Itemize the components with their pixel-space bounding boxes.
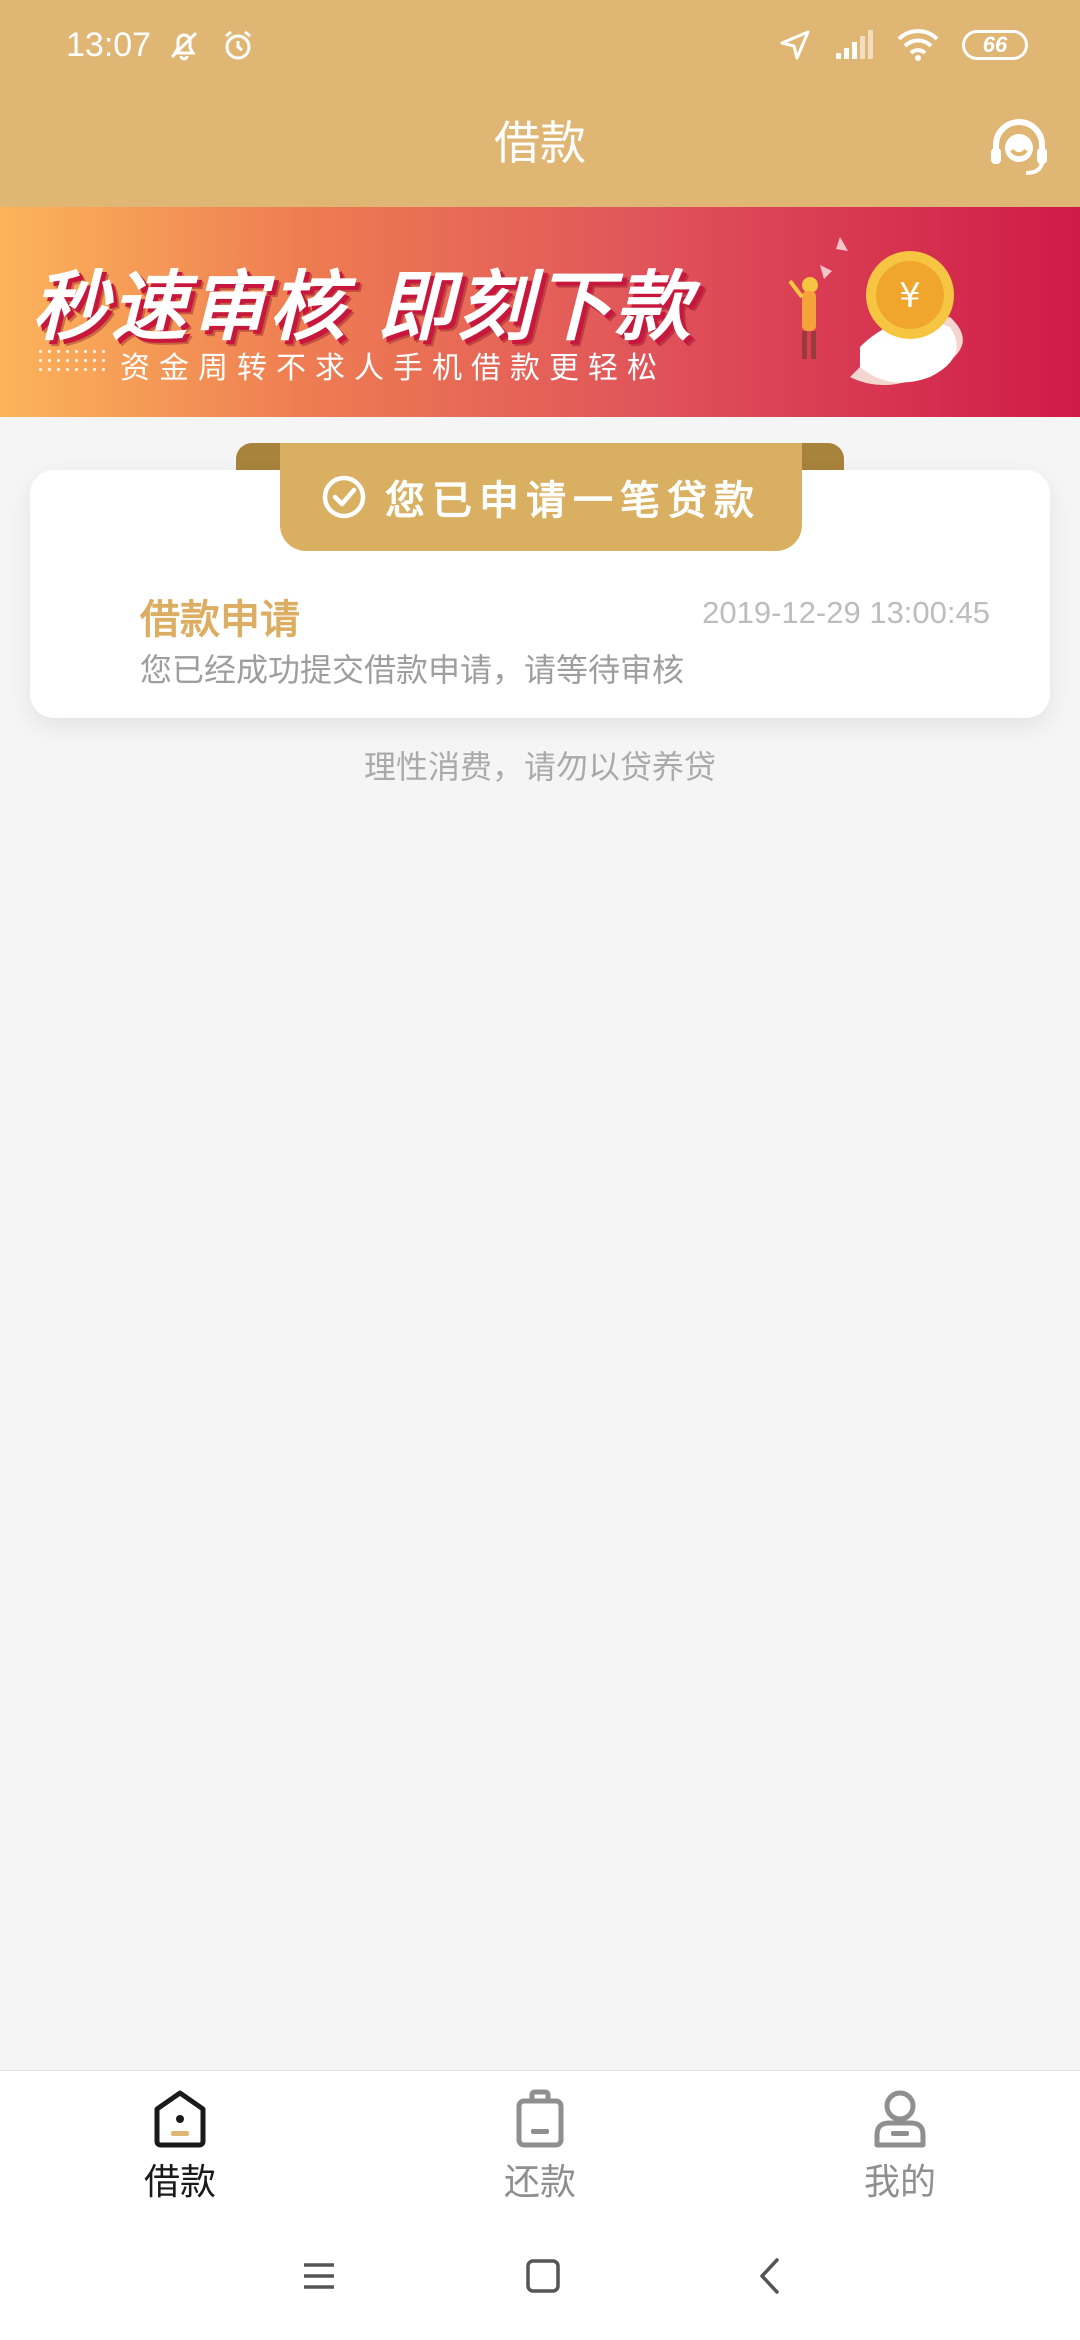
application-datetime: 2019-12-29 13:00:45 [702,595,990,630]
svg-text:¥: ¥ [899,276,921,316]
coin-illustration: ¥ [788,237,963,385]
page-title: 借款 [494,116,586,170]
status-time: 13:07 [66,26,152,64]
headset-icon[interactable] [986,115,1052,181]
home-icon[interactable] [518,2251,568,2301]
bottom-tab-bar: 借款 还款 我的 [0,2070,1080,2212]
back-icon[interactable] [746,2251,796,2301]
battery-icon: 66 [962,30,1028,60]
tab-loan[interactable]: 借款 [0,2071,360,2211]
menu-icon[interactable] [294,2251,344,2301]
application-status-badge: 您已申请一笔贷款 [280,443,802,551]
application-title: 借款申请 [140,597,300,643]
signal-icon [836,30,873,59]
tab-profile[interactable]: 我的 [720,2071,1080,2211]
battery-level: 66 [982,32,1008,57]
tab-repay-label: 还款 [503,2162,576,2203]
app-header: 13:07 66 借款 [0,0,1080,207]
location-icon [780,30,810,60]
loan-icon [154,2090,206,2148]
repay-icon [516,2089,564,2148]
bell-off-icon [170,31,198,61]
tab-loan-label: 借款 [143,2162,216,2203]
banner-subline: 资金周转不求人手机借款更轻松 [120,351,666,386]
badge-label: 您已申请一笔贷款 [385,478,761,524]
title-bar: 借款 [0,95,1080,207]
alarm-icon [225,30,251,60]
banner-dots-decoration [36,347,106,377]
tab-repay[interactable]: 还款 [360,2071,720,2211]
wifi-icon [897,29,939,61]
promo-banner[interactable]: 秒速审核 即刻下款 资金周转不求人手机借款更轻松 ¥ [0,207,1080,417]
profile-icon [874,2090,926,2148]
tab-profile-label: 我的 [863,2162,936,2203]
system-nav-bar [0,2211,1080,2340]
application-description: 您已经成功提交借款申请，请等待审核 [140,651,685,689]
banner-headline: 秒速审核 即刻下款 [32,262,694,351]
check-circle-icon [322,475,366,519]
status-bar: 13:07 66 [0,0,1080,95]
responsible-borrowing-notice: 理性消费，请勿以贷养贷 [363,748,716,786]
